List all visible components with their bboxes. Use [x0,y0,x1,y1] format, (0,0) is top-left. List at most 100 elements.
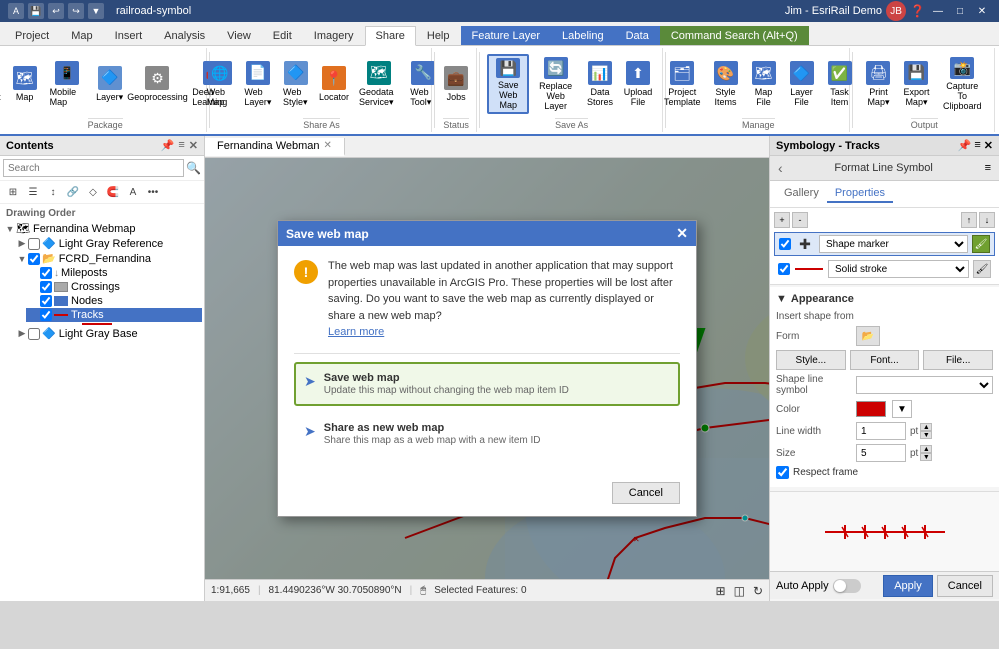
layer-fernandina-webmap[interactable]: ▼ 🗺 Fernandina Webmap [2,221,202,236]
user-avatar[interactable]: JB [886,1,906,21]
shape-line-select[interactable] [856,376,993,394]
contents-search-btn[interactable]: 🔍 [186,161,201,175]
tab-help[interactable]: Help [416,26,461,45]
sym-pin-icon[interactable]: 📌 [958,139,972,152]
tab-insert[interactable]: Insert [104,26,154,45]
contents-search-input[interactable] [3,159,184,177]
btn-geodata[interactable]: 🗺 Geodata Service▾ [354,54,403,114]
size-input[interactable] [856,444,906,462]
layer-mileposts[interactable]: ↓ Mileposts [26,266,202,280]
btn-capture[interactable]: 📸 Capture To Clipboard [936,54,988,114]
map-control-2[interactable]: ◫ [734,584,745,598]
sym-close-icon[interactable]: ✕ [984,139,993,152]
sym-move-down[interactable]: ↓ [979,212,995,228]
tab-view[interactable]: View [216,26,262,45]
expand-nodes[interactable] [28,295,40,307]
checkbox-fcrd[interactable] [28,253,40,265]
btn-layer-file[interactable]: 🔷 Layer File [784,54,820,114]
layer-light-gray-base[interactable]: ▶ 🔷 Light Gray Base [14,326,202,341]
btn-layer[interactable]: 🔷 Layer▾ [92,54,128,114]
line-width-dn[interactable]: ▼ [920,431,932,439]
map-tab-fernandina[interactable]: Fernandina Webman ✕ [205,138,345,156]
checkbox-nodes[interactable] [40,295,52,307]
format-menu-icon[interactable]: ≡ [985,162,991,174]
font-btn[interactable]: Font... [850,350,920,370]
dialog-close-btn[interactable]: ✕ [676,225,688,242]
expand-crossings[interactable] [28,281,40,293]
expand-fcrd[interactable]: ▼ [16,253,28,265]
btn-print-map[interactable]: 🖨 Print Map▾ [860,54,896,114]
layer-fcrd[interactable]: ▼ 📂 FCRD_Fernandina [14,251,202,266]
tab-data[interactable]: Data [615,26,660,45]
layer-nodes[interactable]: Nodes [26,294,202,308]
btn-project-template[interactable]: 🗂 Project Template [659,54,706,114]
snap-btn[interactable]: 🧲 [104,183,122,201]
btn-locator[interactable]: 📍 Locator [316,54,352,114]
tab-labeling[interactable]: Labeling [551,26,615,45]
btn-upload-file[interactable]: ⬆ Upload File [620,54,656,114]
btn-data-stores[interactable]: 📊 Data Stores [582,54,618,114]
maximize-btn[interactable]: □ [951,4,969,18]
map-tab-close[interactable]: ✕ [324,140,332,151]
btn-export-map[interactable]: 💾 Export Map▾ [898,54,934,114]
tab-map[interactable]: Map [60,26,103,45]
style-btn[interactable]: Style... [776,350,846,370]
btn-project[interactable]: 📁 Project [0,54,5,114]
checkbox-crossings[interactable] [40,281,52,293]
tab-share[interactable]: Share [365,26,416,46]
expand-light-gray-base[interactable]: ▶ [16,328,28,340]
quick-access-redo[interactable]: ↪ [68,3,84,19]
sym-menu-icon[interactable]: ≡ [974,139,980,152]
help-btn[interactable]: ❓ [910,4,925,18]
sym-remove-btn[interactable]: - [792,212,808,228]
color-dropdown[interactable]: ▼ [892,400,912,418]
sym-layer-shape-marker-checkbox[interactable] [779,238,791,250]
expand-mileposts[interactable] [28,267,40,279]
layer-crossings[interactable]: Crossings [26,280,202,294]
learn-more-link[interactable]: Learn more [328,326,384,338]
btn-web-map[interactable]: 🌐 Web Map [202,54,238,114]
list-view-btn[interactable]: ☰ [24,183,42,201]
label-btn[interactable]: A [124,183,142,201]
sym-layer-solid-stroke-select[interactable]: Solid stroke [828,260,969,278]
quick-access-undo[interactable]: ↩ [48,3,64,19]
source-btn[interactable]: 🔗 [64,183,82,201]
tab-feature-layer[interactable]: Feature Layer [461,26,551,45]
line-width-input[interactable] [856,422,906,440]
file-btn[interactable]: File... [923,350,993,370]
tab-gallery[interactable]: Gallery [776,185,827,203]
map-content[interactable]: ✕ ✕ ✕ Save web map ✕ [205,158,769,579]
checkbox-mileposts[interactable] [40,267,52,279]
contents-menu-icon[interactable]: ≡ [178,139,184,152]
back-btn[interactable]: ‹ [778,160,783,176]
btn-style-items[interactable]: 🎨 Style Items [708,54,744,114]
contents-pin-icon[interactable]: 📌 [161,139,175,152]
close-btn[interactable]: ✕ [973,4,991,18]
expand-tracks[interactable] [28,309,40,321]
quick-access-more[interactable]: ▼ [88,3,104,19]
auto-apply-toggle[interactable] [833,579,861,593]
btn-web-layer[interactable]: 📄 Web Layer▾ [240,54,276,114]
sym-layer-shape-marker[interactable]: ✚ Shape marker 🖌 [774,232,995,256]
btn-mobile-map[interactable]: 📱 Mobile Map [45,54,90,114]
btn-map[interactable]: 🗺 Map [7,54,43,114]
sym-layer-shape-marker-edit[interactable]: 🖌 [972,235,990,253]
btn-web-style[interactable]: 🔷 Web Style▾ [278,54,314,114]
checkbox-light-gray-base[interactable] [28,328,40,340]
checkbox-tracks[interactable] [40,309,52,321]
map-control-3[interactable]: ↻ [753,584,763,598]
contents-close-icon[interactable]: ✕ [189,139,198,152]
sym-layer-shape-marker-select[interactable]: Shape marker [819,235,968,253]
sym-add-btn[interactable]: + [774,212,790,228]
size-up[interactable]: ▲ [920,445,932,453]
respect-frame-checkbox[interactable] [776,466,789,479]
line-width-up[interactable]: ▲ [920,423,932,431]
tab-imagery[interactable]: Imagery [303,26,365,45]
sym-layer-solid-stroke-checkbox[interactable] [778,263,790,275]
btn-jobs[interactable]: 💼 Jobs [438,54,474,114]
btn-save-web-map[interactable]: 💾 Save Web Map [487,54,529,114]
quick-access-save[interactable]: 💾 [28,3,44,19]
expand-webmap[interactable]: ▼ [4,223,16,235]
sym-move-up[interactable]: ↑ [961,212,977,228]
sym-layer-solid-stroke-edit[interactable]: 🖌 [973,260,991,278]
